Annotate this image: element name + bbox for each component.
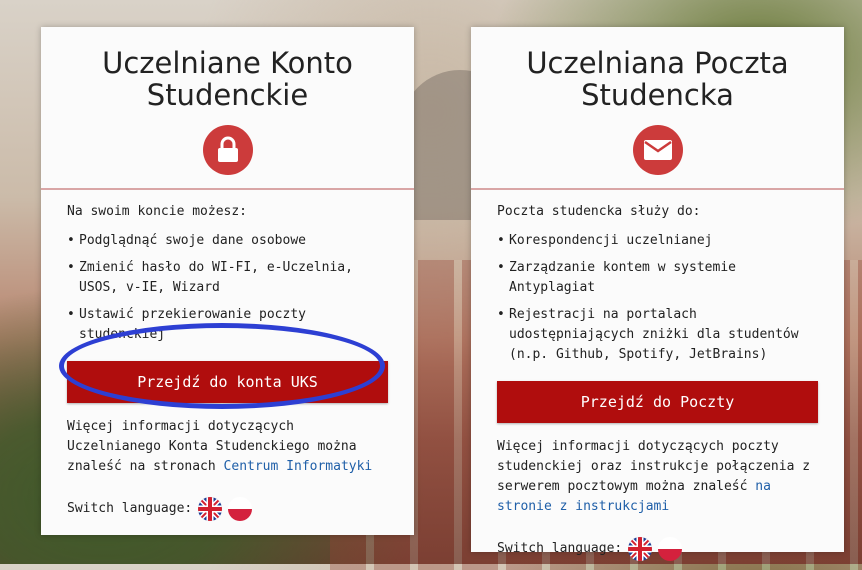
list-item: Podglądnąć swoje dane osobowe [67,231,388,251]
go-to-mail-button[interactable]: Przejdź do Poczty [497,381,818,423]
centrum-informatyki-link[interactable]: Centrum Informatyki [224,459,373,474]
list-item: Zarządzanie kontem w systemie Antyplagia… [497,258,818,298]
mail-intro-text: Poczta studencka służy do: [497,204,701,219]
list-item: Zmienić hasło do WI-FI, e-Uczelnia, USOS… [67,258,388,298]
list-item: Rejestracji na portalach udostępniającyc… [497,305,818,365]
uks-card-title: Uczelniane Konto Studenckie [102,46,353,112]
uks-card: Uczelniane Konto Studenckie Na swoim kon… [41,27,414,535]
mail-more-info: Więcej informacji dotyczących poczty stu… [497,437,818,517]
switch-language-label: Switch language: [67,501,193,516]
uk-flag-icon[interactable] [198,497,223,521]
switch-language-label: Switch language: [497,541,623,556]
list-item: Ustawić przekierowanie poczty studenckie… [67,305,388,345]
mail-card-title: Uczelniana Poczta Studencka [526,46,789,112]
language-switcher: Switch language: [497,537,818,561]
mail-card: Uczelniana Poczta Studencka Poczta stude… [471,27,844,561]
language-switcher: Switch language: [67,497,388,521]
mail-feature-list: Korespondencji uczelnianej Zarządzanie k… [497,231,818,365]
uks-feature-list: Podglądnąć swoje dane osobowe Zmienić ha… [67,231,388,345]
polish-flag-icon[interactable] [228,497,253,521]
list-item: Korespondencji uczelnianej [497,231,818,251]
envelope-icon [632,125,683,175]
uks-more-info: Więcej informacji dotyczących Uczelniane… [67,417,388,477]
uks-intro-text: Na swoim koncie możesz: [67,204,248,219]
lock-icon [202,125,253,175]
polish-flag-icon[interactable] [658,537,683,561]
go-to-uks-button[interactable]: Przejdź do konta UKS [67,361,388,403]
uk-flag-icon[interactable] [628,537,653,561]
